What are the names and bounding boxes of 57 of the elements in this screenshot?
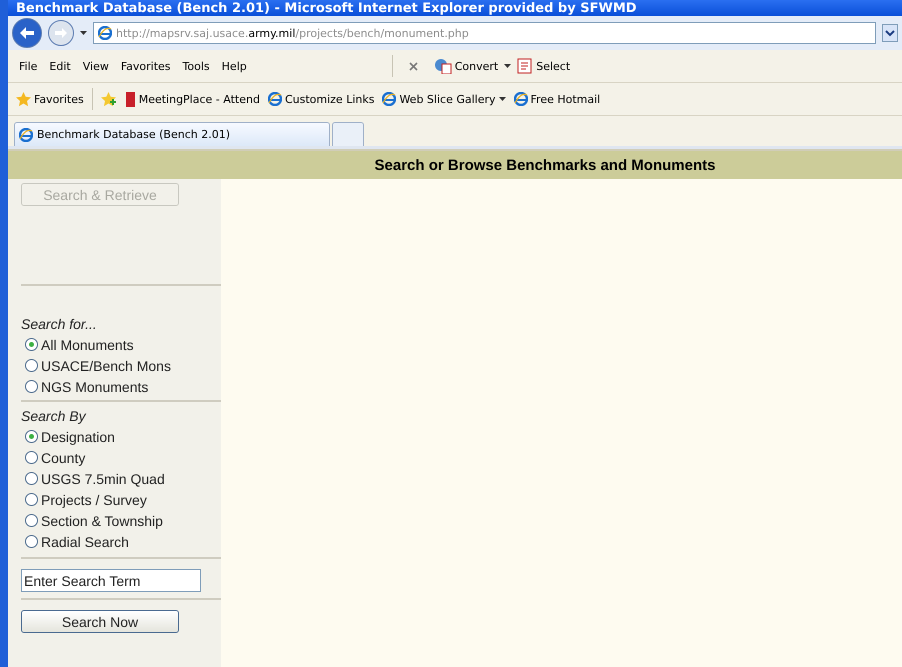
caret-icon [504, 64, 512, 68]
search-now-button[interactable]: Search Now [21, 610, 179, 633]
browser-icon [19, 128, 33, 142]
radio-button[interactable] [25, 380, 38, 393]
radio-option[interactable]: Designation [25, 426, 221, 447]
radio-button[interactable] [25, 359, 38, 372]
document-select-icon [517, 58, 534, 74]
radio-option[interactable]: Projects / Survey [25, 489, 221, 510]
favorite-link[interactable]: MeetingPlace - Attend [124, 92, 260, 106]
radio-option[interactable]: NGS Monuments [25, 376, 221, 397]
radio-button[interactable] [25, 430, 38, 443]
browser-icon [514, 92, 528, 106]
favorite-link[interactable]: Web Slice Gallery [382, 92, 506, 106]
menu-item[interactable]: File [16, 58, 40, 74]
menu-item[interactable]: Help [218, 58, 250, 74]
radio-button[interactable] [25, 338, 38, 351]
close-icon[interactable] [408, 62, 418, 70]
book-icon [124, 92, 136, 106]
radio-button[interactable] [25, 514, 38, 527]
back-arrow-icon [20, 27, 34, 39]
document-convert-icon [434, 58, 452, 74]
radio-button[interactable] [25, 451, 38, 464]
radio-option[interactable]: USGS 7.5min Quad [25, 468, 221, 489]
browser-tab[interactable]: Benchmark Database (Bench 2.01) [14, 122, 330, 146]
page-header: Search or Browse Benchmarks and Monuments [8, 149, 902, 179]
back-button[interactable] [12, 18, 42, 48]
caret-icon [80, 31, 87, 35]
radio-option[interactable]: County [25, 447, 221, 468]
favorite-link[interactable]: Free Hotmail [514, 92, 600, 106]
toolbar-button[interactable]: Convert [434, 58, 498, 74]
radio-button[interactable] [25, 493, 38, 506]
toolbar-button[interactable]: Select [517, 58, 570, 74]
group-title: Search for... [21, 316, 98, 332]
browser-icon [98, 26, 112, 40]
menu-item[interactable]: Edit [46, 58, 74, 74]
radio-option[interactable]: USACE/Bench Mons [25, 355, 221, 376]
star-icon [16, 92, 31, 106]
radio-button[interactable] [25, 535, 38, 548]
browser-icon [382, 92, 396, 106]
menu-item[interactable]: Tools [180, 58, 213, 74]
address-field[interactable]: http://mapsrv.saj.usace.army.mil/projects/bench/monument.php [93, 22, 876, 44]
radio-option[interactable]: All Monuments [25, 334, 221, 355]
browser-icon [268, 92, 282, 106]
favorite-link[interactable]: Customize Links [268, 92, 374, 106]
menu-item[interactable]: Favorites [118, 58, 174, 74]
group-title: Search By [21, 408, 88, 424]
radio-option[interactable]: Section & Township [25, 510, 221, 531]
forward-button[interactable] [48, 20, 74, 46]
search-field[interactable]: Enter Search Term [21, 569, 201, 592]
radio-button[interactable] [25, 472, 38, 485]
favorites-button[interactable]: Favorites [16, 92, 84, 106]
forward-arrow-icon [55, 28, 67, 38]
menu-item[interactable]: View [80, 58, 112, 74]
radio-option[interactable]: Radial Search [25, 531, 221, 552]
window-title: Benchmark Database (Bench 2.01) - Microsoft Internet Explorer provided by SFWMD [8, 0, 902, 16]
dropdown-icon[interactable] [882, 24, 898, 42]
add-favorite-icon[interactable] [100, 92, 117, 106]
